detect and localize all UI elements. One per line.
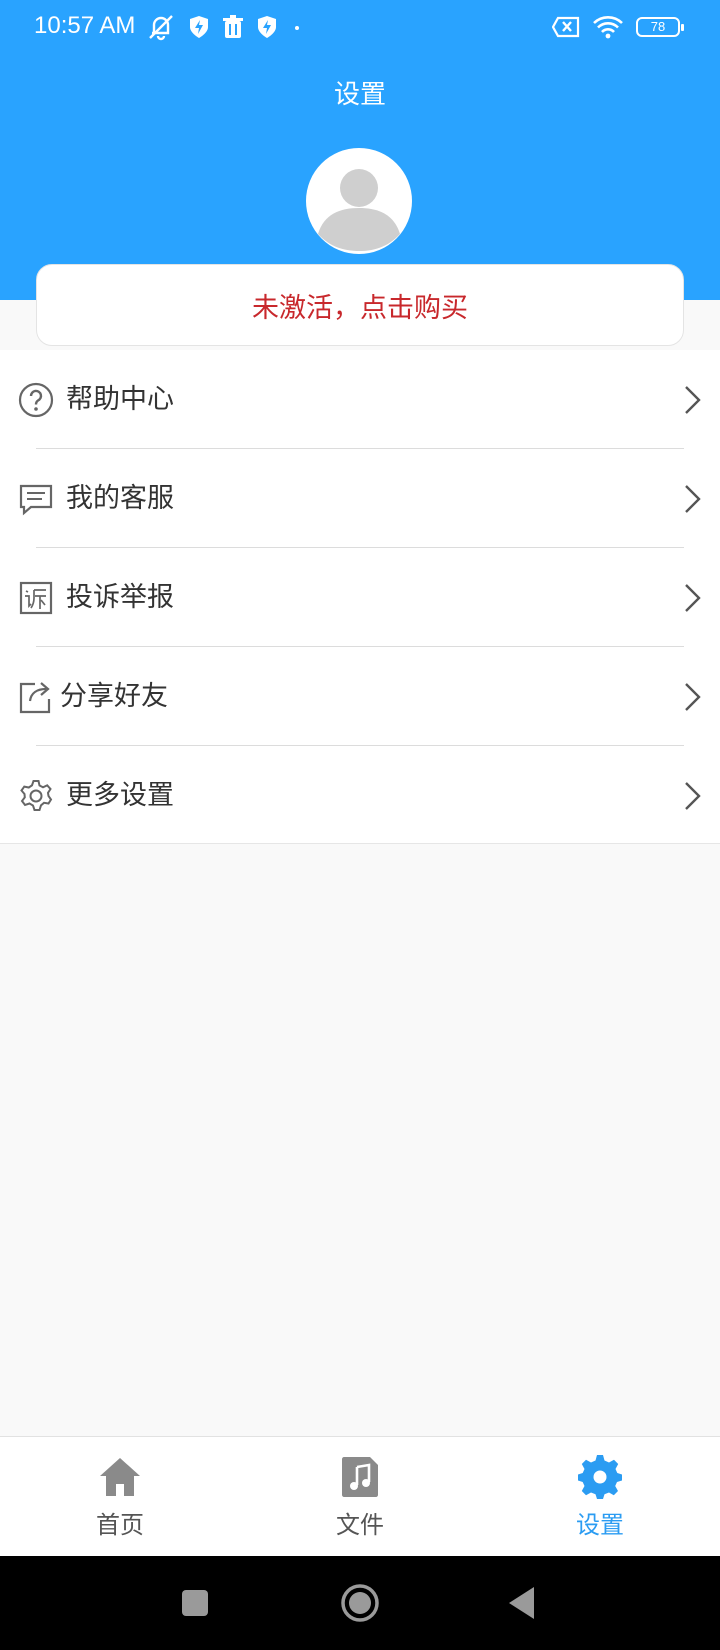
home-button-icon[interactable] <box>335 1578 385 1628</box>
dot-icon <box>295 26 299 30</box>
trash-icon <box>223 15 243 38</box>
tab-home[interactable]: 首页 <box>0 1437 240 1557</box>
system-nav-bar <box>0 1556 720 1650</box>
menu-item-help-center[interactable]: 帮助中心 <box>0 350 720 449</box>
page-title: 设置 <box>333 80 386 110</box>
share-icon <box>19 682 51 714</box>
home-icon <box>100 1458 140 1496</box>
tab-settings[interactable]: 设置 <box>480 1437 720 1557</box>
back-icon[interactable] <box>498 1578 548 1628</box>
chevron-right-icon <box>685 386 701 414</box>
buy-activation-button[interactable]: 未激活，点击购买 <box>36 264 684 346</box>
shield-bolt-icon <box>190 16 208 38</box>
chat-icon <box>19 484 53 516</box>
menu-item-label: 投诉举报 <box>66 582 174 613</box>
menu-item-complaint-report[interactable]: 投诉举报 <box>0 548 720 647</box>
status-icons-right: 78 <box>552 12 684 42</box>
wifi-icon <box>593 16 623 39</box>
shield-bolt-icon <box>258 16 276 38</box>
tab-files[interactable]: 文件 <box>240 1437 480 1557</box>
menu-item-more-settings[interactable]: 更多设置 <box>0 746 720 845</box>
chevron-right-icon <box>685 485 701 513</box>
menu-item-label: 分享好友 <box>60 681 168 712</box>
buy-activation-label: 未激活，点击购买 <box>252 292 468 324</box>
recent-apps-icon[interactable] <box>170 1578 220 1628</box>
header-bar: 10:57 AM 78 设置 <box>0 0 720 300</box>
battery-indicator: 78 <box>636 17 684 37</box>
music-file-icon <box>342 1457 378 1497</box>
bell-off-icon <box>149 15 173 41</box>
status-time: 10:57 AM <box>34 12 136 39</box>
chevron-right-icon <box>685 683 701 711</box>
tab-settings-label: 设置 <box>576 1511 624 1539</box>
menu-item-label: 我的客服 <box>66 483 174 514</box>
chevron-right-icon <box>685 584 701 612</box>
bottom-nav: 首页 文件 设置 <box>0 1436 720 1556</box>
menu-item-label: 更多设置 <box>66 780 174 811</box>
menu-item-share-friends[interactable]: 分享好友 <box>0 647 720 746</box>
status-icons-left <box>146 12 304 42</box>
avatar[interactable] <box>306 148 412 254</box>
help-circle-icon <box>18 382 54 418</box>
menu-item-label: 帮助中心 <box>66 384 174 415</box>
tab-home-label: 首页 <box>96 1511 144 1539</box>
gear-icon <box>20 780 53 811</box>
status-bar: 10:57 AM 78 <box>0 0 720 56</box>
menu-item-customer-service[interactable]: 我的客服 <box>0 449 720 548</box>
settings-menu-list: 帮助中心 我的客服 投诉举报 分享好友 更多设置 <box>0 350 720 844</box>
gear-icon <box>578 1455 622 1499</box>
complaint-icon <box>19 581 53 615</box>
sim-x-icon <box>552 16 580 38</box>
tab-files-label: 文件 <box>336 1511 384 1539</box>
user-avatar-icon <box>309 151 409 251</box>
chevron-right-icon <box>685 782 701 810</box>
